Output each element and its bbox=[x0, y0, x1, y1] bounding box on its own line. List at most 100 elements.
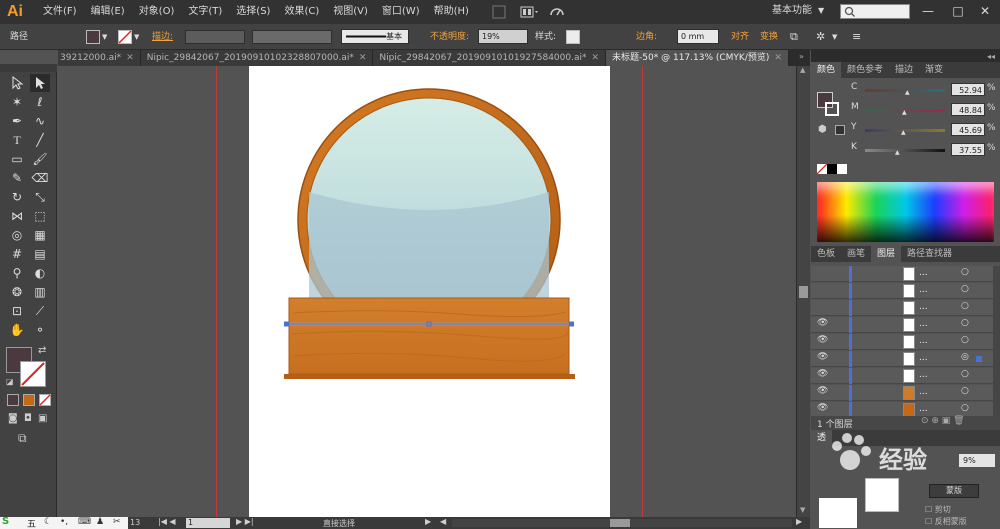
artboard-next-icon[interactable]: ▶ ▶| bbox=[236, 517, 254, 526]
fill-swatch[interactable] bbox=[86, 30, 100, 44]
close-button[interactable]: ✕ bbox=[970, 0, 1000, 22]
screen-mode-icon[interactable]: ⧉ bbox=[18, 431, 27, 446]
tab-swatches[interactable]: 色板 bbox=[811, 246, 841, 262]
recolor-icon[interactable]: ✲ bbox=[816, 24, 825, 50]
layers-scrollbar[interactable] bbox=[993, 266, 1000, 416]
help-search-input[interactable] bbox=[840, 4, 910, 19]
keyboard-icon[interactable]: ⌨ bbox=[78, 517, 91, 527]
direct-selection-tool-icon[interactable] bbox=[30, 74, 50, 92]
stroke-label[interactable]: 描边: bbox=[152, 24, 173, 50]
tab-color[interactable]: 颜色 bbox=[811, 62, 842, 78]
line-segment-tool-icon[interactable]: ╱ bbox=[30, 131, 50, 149]
visibility-eye-icon[interactable]: 👁 bbox=[817, 369, 828, 379]
anchor-point[interactable] bbox=[569, 321, 574, 327]
shape-builder-tool-icon[interactable]: ◎ bbox=[7, 226, 27, 244]
layer-name[interactable]: ... bbox=[919, 353, 928, 363]
layer-row[interactable]: ... ○ bbox=[811, 283, 994, 299]
menu-select[interactable]: 选择(S) bbox=[229, 0, 277, 24]
black-slider[interactable]: K ▲ 37.55 % bbox=[851, 142, 996, 158]
ime-mode-label[interactable]: 五 bbox=[27, 517, 36, 529]
yellow-slider[interactable]: Y ▲ 45.69 % bbox=[851, 122, 996, 138]
layer-thumbnail[interactable] bbox=[903, 369, 915, 383]
tab-document-active[interactable]: 未标题-50* @ 117.13% (CMYK/预览) ✕ bbox=[606, 50, 789, 66]
layer-name[interactable]: ... bbox=[919, 404, 928, 414]
gradient-mode-icon[interactable] bbox=[23, 394, 35, 406]
none-swatch[interactable] bbox=[817, 164, 827, 174]
opacity-label[interactable]: 不透明度: bbox=[430, 24, 469, 50]
layer-name[interactable]: ... bbox=[919, 319, 928, 329]
anchor-point[interactable] bbox=[284, 321, 289, 327]
mirror-artwork[interactable] bbox=[58, 66, 796, 517]
yellow-thumb-icon[interactable]: ▲ bbox=[901, 129, 906, 136]
scale-tool-icon[interactable]: ⤡ bbox=[30, 188, 50, 206]
clip-checkbox[interactable]: ☐ 剪切 bbox=[925, 504, 951, 515]
draw-inside-icon[interactable]: ▣ bbox=[38, 413, 47, 424]
layer-name[interactable]: ... bbox=[919, 268, 928, 278]
black-swatch[interactable] bbox=[827, 164, 837, 174]
lasso-tool-icon[interactable]: ℓ bbox=[30, 93, 50, 111]
graphic-style-swatch[interactable] bbox=[566, 30, 580, 44]
layer-target-icon[interactable]: ○ bbox=[961, 267, 969, 277]
cyan-slider[interactable]: C ▲ 52.94 % bbox=[851, 82, 996, 98]
bridge-icon[interactable] bbox=[490, 5, 508, 19]
tab-close-icon[interactable]: ✕ bbox=[359, 50, 367, 66]
layer-thumbnail[interactable] bbox=[903, 403, 915, 417]
maximize-button[interactable]: □ bbox=[943, 0, 973, 22]
none-mode-icon[interactable] bbox=[39, 394, 51, 406]
rotate-tool-icon[interactable]: ↻ bbox=[7, 188, 27, 206]
visibility-eye-icon[interactable]: 👁 bbox=[817, 335, 828, 345]
tab-layers[interactable]: 图层 bbox=[871, 246, 902, 262]
tab-color-guide[interactable]: 颜色参考 bbox=[841, 62, 889, 78]
layer-name[interactable]: ... bbox=[919, 285, 928, 295]
layer-thumbnail[interactable] bbox=[903, 386, 915, 400]
tab-document-2[interactable]: Nipic_29842067_20190910102328807000.ai* ✕ bbox=[140, 50, 374, 66]
menu-object[interactable]: 对象(O) bbox=[132, 0, 182, 24]
mask-thumbnail[interactable] bbox=[865, 478, 899, 512]
panel-stroke-swatch[interactable] bbox=[825, 102, 839, 116]
scroll-up-icon[interactable]: ▲ bbox=[800, 66, 805, 74]
layer-row[interactable]: ... ○ bbox=[811, 300, 994, 316]
black-track[interactable] bbox=[865, 149, 945, 152]
type-tool-icon[interactable]: T bbox=[7, 131, 27, 149]
white-swatch[interactable] bbox=[837, 164, 847, 174]
layer-actions-icon[interactable]: ⊙ ⊕ ▣ 🗑 bbox=[921, 416, 965, 426]
perspective-grid-tool-icon[interactable]: ▦ bbox=[30, 226, 50, 244]
horizontal-scrollbar[interactable] bbox=[452, 519, 792, 527]
rectangle-tool-icon[interactable]: ▭ bbox=[7, 150, 27, 168]
magenta-slider[interactable]: M ▲ 48.84 % bbox=[851, 102, 996, 118]
free-transform-tool-icon[interactable]: ⬚ bbox=[30, 207, 50, 225]
layer-name[interactable]: ... bbox=[919, 370, 928, 380]
make-mask-button[interactable]: 蒙版 bbox=[929, 484, 979, 498]
mesh-tool-icon[interactable]: # bbox=[7, 245, 27, 263]
visibility-eye-icon[interactable]: 👁 bbox=[817, 318, 828, 328]
artboard-tool-icon[interactable]: ⊡ bbox=[7, 302, 27, 320]
corner-label[interactable]: 边角: bbox=[636, 24, 657, 50]
layer-target-icon[interactable]: ○ bbox=[961, 301, 969, 311]
pencil-tool-icon[interactable]: ✎ bbox=[7, 169, 27, 187]
scroll-down-icon[interactable]: ▼ bbox=[800, 506, 805, 514]
eyedropper-tool-icon[interactable]: ⚲ bbox=[7, 264, 27, 282]
layer-thumbnail[interactable] bbox=[903, 284, 915, 298]
layer-thumbnail[interactable] bbox=[903, 318, 915, 332]
magic-wand-tool-icon[interactable]: ✶ bbox=[7, 93, 27, 111]
tab-gradient[interactable]: 渐变 bbox=[919, 62, 949, 78]
sogou-logo-icon[interactable]: S bbox=[2, 516, 9, 527]
hscroll-thumb[interactable] bbox=[610, 519, 630, 527]
stroke-dropdown-icon[interactable]: ▼ bbox=[134, 24, 139, 50]
punctuation-icon[interactable]: •, bbox=[60, 517, 68, 527]
cyan-value-field[interactable]: 52.94 bbox=[951, 83, 985, 96]
transparency-opacity-field[interactable]: 9% bbox=[959, 454, 995, 467]
tab-document-1[interactable]: 39212000.ai* ✕ bbox=[58, 50, 141, 66]
isolate-icon[interactable]: ⧉ bbox=[790, 24, 798, 50]
wood-base[interactable] bbox=[288, 297, 570, 375]
scroll-thumb[interactable] bbox=[799, 286, 808, 298]
invert-mask-checkbox[interactable]: ☐ 反相蒙版 bbox=[925, 516, 967, 527]
layer-row[interactable]: 👁... ○ bbox=[811, 385, 994, 401]
pen-tool-icon[interactable]: ✒ bbox=[7, 112, 27, 130]
tab-transparency[interactable]: 透 bbox=[811, 430, 833, 446]
layer-row[interactable]: 👁... ○ bbox=[811, 368, 994, 384]
cyan-thumb-icon[interactable]: ▲ bbox=[905, 89, 910, 96]
visibility-eye-icon[interactable]: 👁 bbox=[817, 352, 828, 362]
layer-thumbnail[interactable] bbox=[903, 301, 915, 315]
visibility-eye-icon[interactable]: 👁 bbox=[817, 386, 828, 396]
